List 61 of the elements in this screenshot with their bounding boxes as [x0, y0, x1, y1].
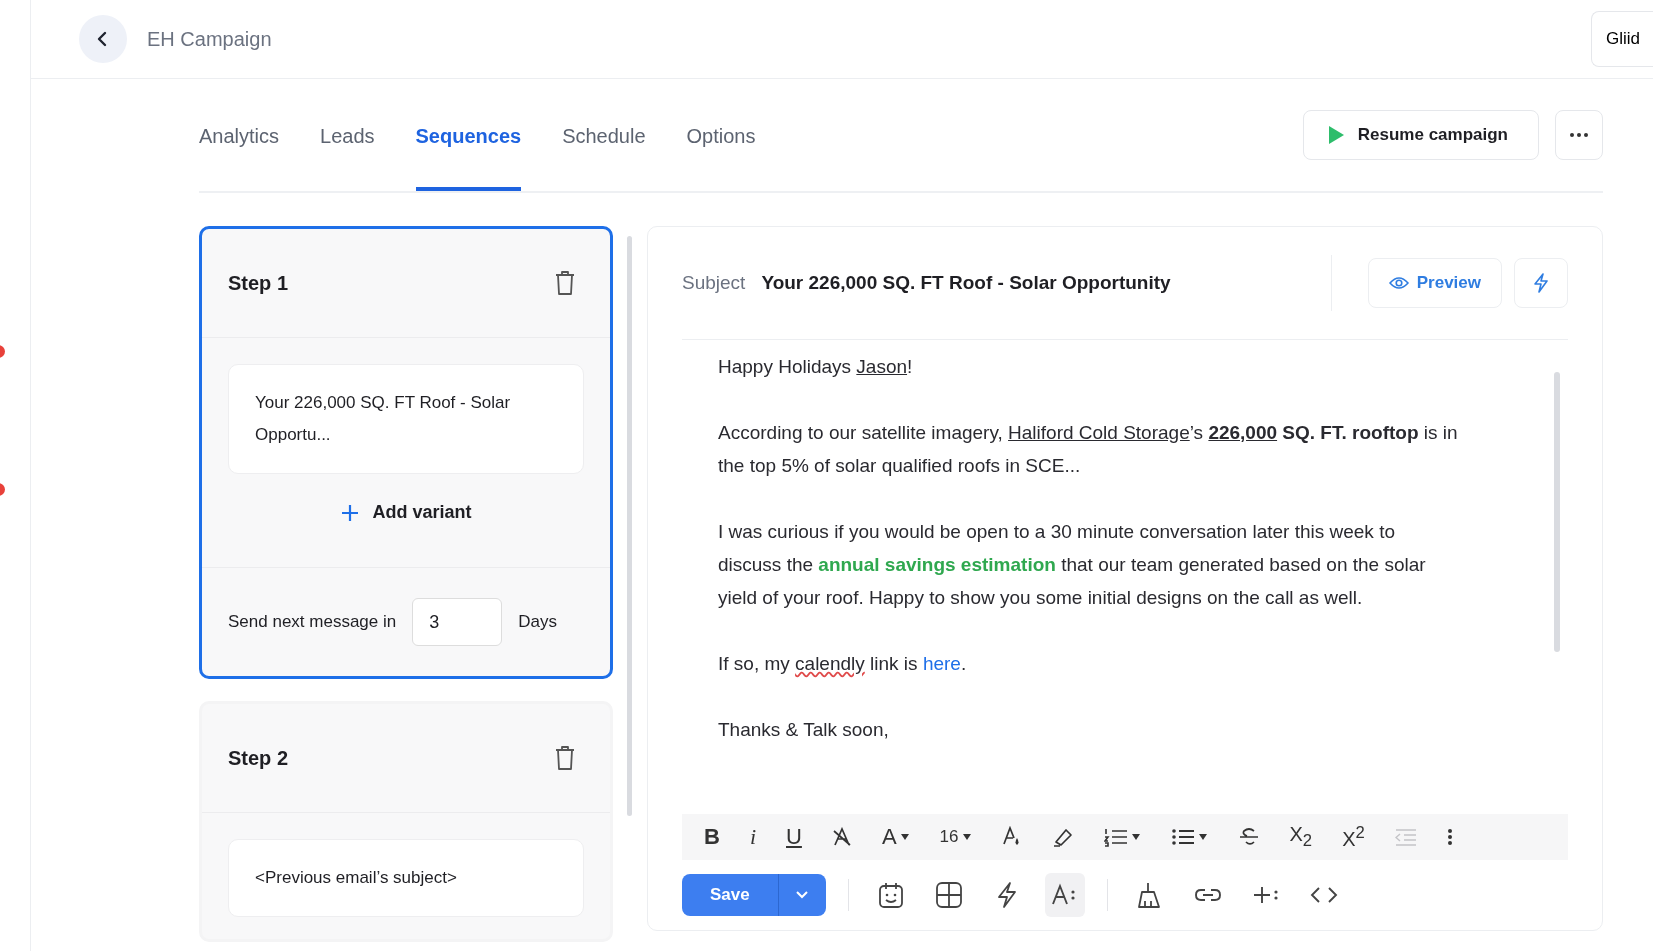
- email-paragraph: If so, my calendly link is here.: [718, 652, 968, 676]
- highlighter-icon: [1051, 827, 1074, 847]
- link[interactable]: here: [922, 653, 961, 674]
- step-title: Step 2: [228, 746, 289, 770]
- days-label: Days: [518, 612, 557, 632]
- account-button[interactable]: Gliid: [1591, 11, 1653, 67]
- table-icon: [934, 881, 963, 909]
- caret-icon: [899, 834, 910, 840]
- font-color-button[interactable]: A: [867, 817, 924, 857]
- caret-icon: [961, 834, 972, 840]
- save-dropdown-button[interactable]: [778, 874, 826, 916]
- days-input[interactable]: 3: [412, 598, 503, 646]
- numbered-list-icon: [1103, 827, 1128, 847]
- step-card[interactable]: Step 2 <Previous email’s subject>: [199, 701, 613, 942]
- chevron-down-icon: [795, 890, 810, 900]
- resume-campaign-button[interactable]: Resume campaign: [1302, 110, 1539, 160]
- subject-label: Subject: [682, 272, 746, 294]
- bold-button[interactable]: B: [690, 817, 734, 857]
- variant-subject[interactable]: Your 226,000 SQ. FT Roof - Solar Opportu...: [228, 364, 584, 474]
- variables-button[interactable]: [1044, 873, 1085, 917]
- lightning-icon: [1533, 273, 1549, 293]
- caret-icon: [1130, 834, 1141, 840]
- step-title: Step 1: [228, 271, 289, 295]
- preview-button[interactable]: Preview: [1367, 258, 1502, 308]
- link-icon: [1193, 887, 1222, 903]
- campaign-title: EH Campaign: [147, 27, 273, 51]
- caret-icon: [1197, 834, 1208, 840]
- tab[interactable]: Sequences: [415, 79, 522, 191]
- email-paragraph: Thanks & Talk soon,: [718, 718, 890, 742]
- strikethrough-icon: [1237, 827, 1260, 847]
- subscript-button[interactable]: X$_{2}$: [1275, 817, 1327, 857]
- vertical-dots-icon: [1446, 827, 1453, 847]
- trash-icon[interactable]: [554, 745, 576, 771]
- email-paragraph: I was curious if you would be open to a 30 minute conversation later this week to discuss the annual savings estimation that our team generated based on the solar yield of your roof. Happy to show you some initial designs on the call as well.: [718, 520, 1427, 610]
- insert-icon: [1251, 884, 1280, 906]
- indent-icon: [1394, 828, 1417, 846]
- delay-label: Send next message in: [228, 612, 397, 632]
- eye-icon: [1388, 276, 1409, 290]
- code-icon: [1309, 885, 1338, 905]
- step-card[interactable]: Step 1 Your 226,000 SQ. FT Roof - Solar Opportu... Add variant Send next message in 3 Days: [199, 226, 613, 679]
- plus-icon: [340, 502, 361, 523]
- clear-format-icon: [831, 827, 852, 847]
- bullet-list-icon: [1170, 827, 1195, 847]
- font-size-button[interactable]: 16: [925, 817, 986, 857]
- italic-button[interactable]: i: [735, 817, 770, 857]
- trash-icon[interactable]: [554, 270, 576, 296]
- tab[interactable]: Schedule: [562, 79, 646, 191]
- underline-button[interactable]: U: [772, 817, 816, 857]
- tab[interactable]: Analytics: [199, 79, 280, 191]
- add-variant-button[interactable]: Add variant: [340, 496, 472, 529]
- email-paragraph: According to our satellite imagery, Haliford Cold Storage’s 226,000 SQ. FT. rooftop is in the top 5% of solar qualified roofs in SCE...: [718, 421, 1459, 478]
- variant-subject[interactable]: <Previous email’s subject>: [228, 839, 584, 917]
- subject-text[interactable]: Your 226,000 SQ. FT Roof - Solar Opportunity: [761, 272, 1315, 294]
- tab[interactable]: Options: [686, 79, 756, 191]
- email-paragraph: Happy Holidays Jason!: [718, 355, 914, 379]
- lightning-icon: [995, 881, 1018, 909]
- tab[interactable]: Leads: [320, 79, 375, 191]
- superscript-button[interactable]: X$^{2}$: [1328, 817, 1379, 857]
- calendar-face-icon: [877, 881, 904, 909]
- save-button[interactable]: Save: [682, 874, 779, 916]
- ellipsis-icon: [1569, 132, 1589, 138]
